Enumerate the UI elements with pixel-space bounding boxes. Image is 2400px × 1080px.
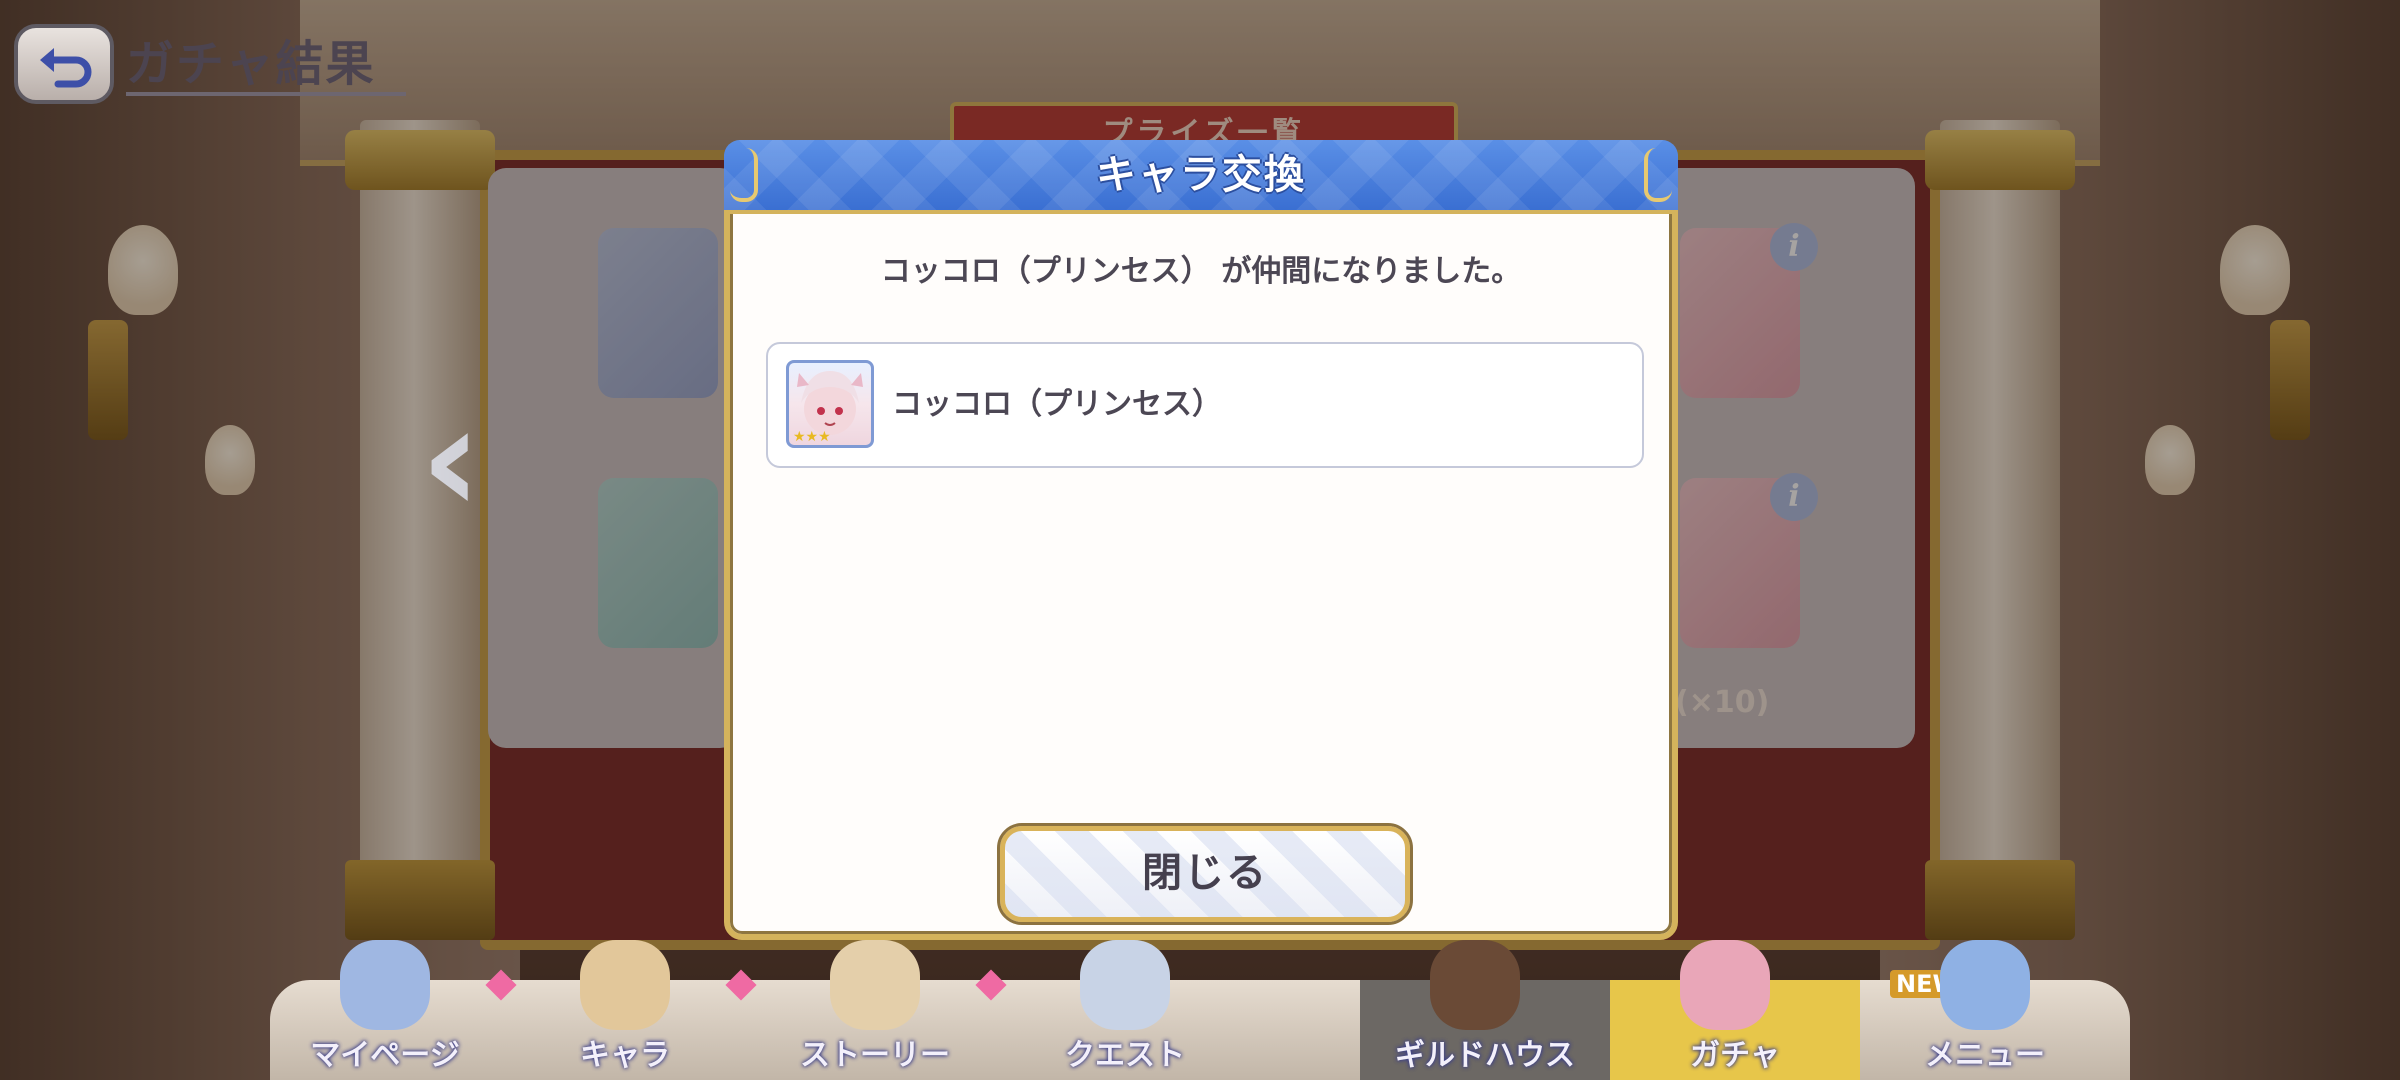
nav-item-story[interactable]: ストーリー <box>760 940 1007 1080</box>
nav-label: キャラ <box>580 1038 670 1073</box>
page-title: ガチャ結果 <box>126 36 376 92</box>
character-icon <box>580 940 670 1030</box>
bottom-nav: マイページ キャラ ストーリー クエスト ギルドハウス ガチャ NEW メニュー <box>270 940 2130 1080</box>
mypage-icon <box>340 940 430 1030</box>
nav-label: ストーリー <box>800 1038 950 1073</box>
nav-label: クエスト <box>1065 1038 1185 1073</box>
nav-item-mypage[interactable]: マイページ <box>270 940 517 1080</box>
gacha-icon <box>1680 940 1770 1030</box>
nav-item-gacha[interactable]: ガチャ <box>1610 940 1860 1080</box>
nav-item-guildhouse[interactable]: ギルドハウス <box>1360 940 1610 1080</box>
back-arrow-icon <box>40 48 92 88</box>
close-button[interactable]: 閉じる <box>997 823 1413 925</box>
nav-item-quest[interactable]: クエスト <box>1010 940 1240 1080</box>
nav-item-menu[interactable]: NEW メニュー <box>1870 940 2100 1080</box>
character-portrait-icon: ★★★ <box>786 360 874 448</box>
dialog-header: キャラ交換 <box>724 140 1678 214</box>
nav-item-character[interactable]: キャラ <box>510 940 757 1080</box>
nav-label: ギルドハウス <box>1395 1038 1575 1073</box>
dialog-title: キャラ交換 <box>1096 152 1306 198</box>
character-exchange-dialog: キャラ交換 コッコロ（プリンセス） が仲間になりました。 ★★★ コッコロ（プリ… <box>724 140 1678 940</box>
previous-arrow-icon[interactable]: ‹ <box>420 385 510 535</box>
dialog-message: コッコロ（プリンセス） が仲間になりました。 <box>880 254 1522 289</box>
star-rating-icon: ★★★ <box>793 429 831 445</box>
character-name: コッコロ（プリンセス） <box>892 387 1222 422</box>
scroll-icon <box>830 940 920 1030</box>
title-underline <box>126 92 406 96</box>
back-button[interactable] <box>14 24 114 104</box>
character-portrait: ★★★ <box>793 371 863 445</box>
nav-label: ガチャ <box>1690 1038 1780 1073</box>
nav-label: メニュー <box>1925 1038 2045 1073</box>
character-row: ★★★ コッコロ（プリンセス） <box>766 342 1644 468</box>
nav-label: マイページ <box>310 1038 460 1073</box>
sword-icon <box>1080 940 1170 1030</box>
guildhouse-icon <box>1430 940 1520 1030</box>
menu-crystal-icon <box>1940 940 2030 1030</box>
